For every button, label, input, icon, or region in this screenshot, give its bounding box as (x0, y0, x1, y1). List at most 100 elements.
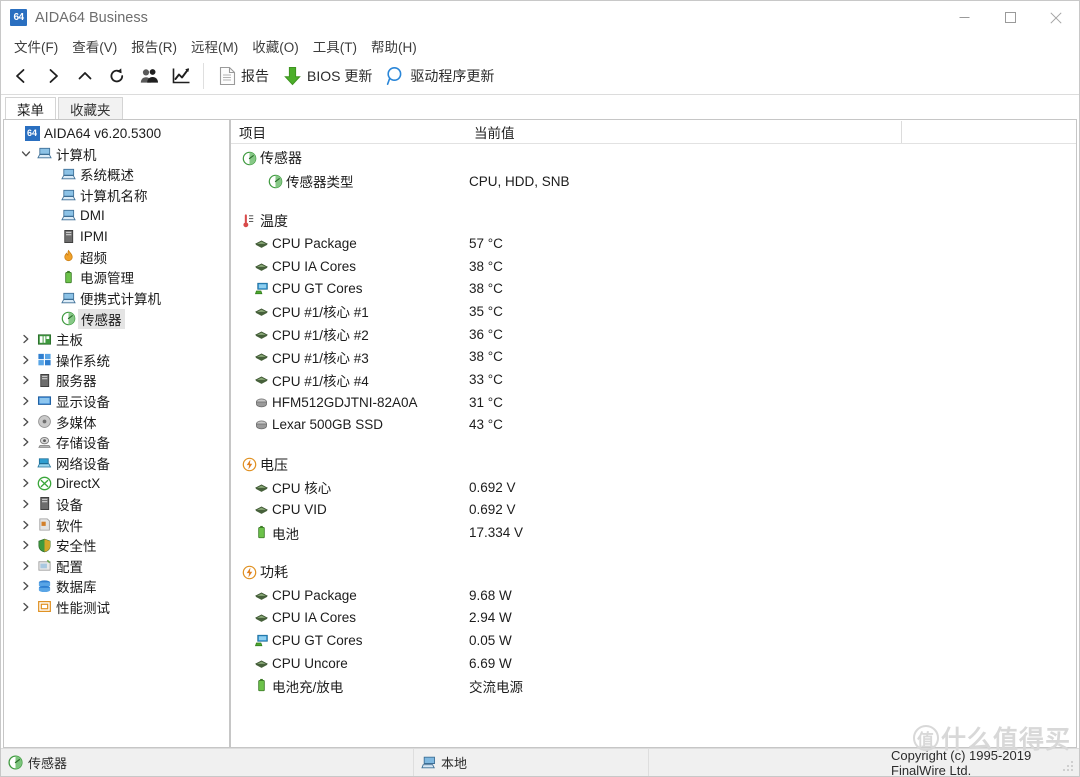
tree-toggle[interactable] (18, 149, 34, 159)
menu-view[interactable]: 查看(V) (65, 35, 124, 57)
tree-toggle[interactable] (18, 396, 34, 406)
table-row[interactable]: HFM512GDJTNI-82A0A 31 °C (231, 391, 1076, 414)
sidebar-item-19[interactable]: 软件 (4, 514, 229, 535)
table-row[interactable]: 电池 17.334 V (231, 521, 1076, 544)
table-row[interactable]: 传感器类型 CPU, HDD, SNB (231, 170, 1076, 193)
chevron-right-icon[interactable] (21, 520, 31, 530)
close-button[interactable] (1033, 1, 1079, 34)
table-row[interactable]: Lexar 500GB SSD 43 °C (231, 414, 1076, 437)
table-row[interactable]: CPU VID 0.692 V (231, 499, 1076, 522)
tree-toggle[interactable] (18, 458, 34, 468)
table-row[interactable]: CPU Uncore 6.69 W (231, 652, 1076, 675)
bios-update-button[interactable]: BIOS 更新 (278, 60, 381, 92)
sidebar-item-18[interactable]: 设备 (4, 494, 229, 515)
tree-toggle[interactable] (18, 437, 34, 447)
sidebar-item-20[interactable]: 安全性 (4, 535, 229, 556)
tab-favorites[interactable]: 收藏夹 (58, 97, 123, 119)
table-row[interactable]: CPU GT Cores 38 °C (231, 277, 1076, 300)
chevron-right-icon[interactable] (21, 417, 31, 427)
tab-menu[interactable]: 菜单 (5, 97, 56, 119)
tree-toggle[interactable] (18, 561, 34, 571)
table-row[interactable]: CPU #1/核心 #1 35 °C (231, 300, 1076, 323)
refresh-icon[interactable] (101, 60, 133, 92)
sidebar-item-22[interactable]: 数据库 (4, 576, 229, 597)
maximize-button[interactable] (987, 1, 1033, 34)
sidebar-item-9[interactable]: 传感器 (4, 308, 229, 329)
table-row[interactable]: CPU #1/核心 #3 38 °C (231, 346, 1076, 369)
menu-help[interactable]: 帮助(H) (364, 35, 424, 57)
table-row[interactable]: CPU 核心 0.692 V (231, 476, 1076, 499)
users-icon[interactable] (133, 60, 165, 92)
table-row[interactable]: CPU GT Cores 0.05 W (231, 629, 1076, 652)
table-row[interactable]: CPU IA Cores 2.94 W (231, 606, 1076, 629)
chevron-right-icon[interactable] (21, 396, 31, 406)
tree-toggle[interactable] (18, 602, 34, 612)
column-header-item[interactable]: 项目 (231, 122, 469, 142)
table-row[interactable]: CPU #1/核心 #4 33 °C (231, 368, 1076, 391)
sidebar-item-12[interactable]: 服务器 (4, 370, 229, 391)
tree-root-item[interactable]: 64 AIDA64 v6.20.5300 (4, 123, 229, 144)
forward-icon[interactable] (37, 60, 69, 92)
table-row[interactable]: CPU #1/核心 #2 36 °C (231, 323, 1076, 346)
chevron-right-icon[interactable] (21, 355, 31, 365)
report-button[interactable]: 报告 (214, 60, 278, 92)
column-header-value[interactable]: 当前值 (469, 122, 1076, 142)
sidebar-item-3[interactable]: 计算机名称 (4, 185, 229, 206)
chevron-right-icon[interactable] (21, 375, 31, 385)
chevron-right-icon[interactable] (21, 561, 31, 571)
tree-toggle[interactable] (18, 520, 34, 530)
table-row[interactable]: CPU Package 9.68 W (231, 584, 1076, 607)
sidebar-item-17[interactable]: DirectX (4, 473, 229, 494)
driver-update-button[interactable]: 驱动程序更新 (381, 60, 503, 92)
tree-toggle[interactable] (18, 581, 34, 591)
grid-group-row[interactable]: 功耗 (231, 561, 1076, 584)
sidebar-item-1[interactable]: 计算机 (4, 144, 229, 165)
table-row[interactable]: 电池充/放电 交流电源 (231, 674, 1076, 697)
sidebar-item-23[interactable]: 性能测试 (4, 597, 229, 618)
sidebar-item-16[interactable]: 网络设备 (4, 453, 229, 474)
menu-report[interactable]: 报告(R) (124, 35, 184, 57)
table-row[interactable]: CPU Package 57 °C (231, 232, 1076, 255)
chevron-right-icon[interactable] (21, 437, 31, 447)
resize-grip-icon[interactable] (1062, 760, 1075, 773)
grid-group-row[interactable]: 温度 (231, 209, 1076, 232)
tree-toggle[interactable] (18, 375, 34, 385)
tree-toggle[interactable] (18, 355, 34, 365)
column-divider[interactable] (901, 121, 902, 143)
sidebar-item-8[interactable]: 便携式计算机 (4, 288, 229, 309)
sidebar-item-4[interactable]: DMI (4, 205, 229, 226)
menu-file[interactable]: 文件(F) (7, 35, 65, 57)
tree-toggle[interactable] (18, 417, 34, 427)
table-row[interactable]: CPU IA Cores 38 °C (231, 255, 1076, 278)
tree-toggle[interactable] (18, 334, 34, 344)
tree-toggle[interactable] (18, 499, 34, 509)
chevron-right-icon[interactable] (21, 458, 31, 468)
sidebar-item-13[interactable]: 显示设备 (4, 391, 229, 412)
chevron-right-icon[interactable] (21, 499, 31, 509)
sidebar-item-7[interactable]: 电源管理 (4, 267, 229, 288)
sidebar-item-10[interactable]: 主板 (4, 329, 229, 350)
chevron-right-icon[interactable] (21, 602, 31, 612)
grid-group-row[interactable]: 电压 (231, 453, 1076, 476)
chevron-right-icon[interactable] (21, 334, 31, 344)
chevron-down-icon[interactable] (21, 149, 31, 159)
chart-icon[interactable] (165, 60, 197, 92)
chevron-right-icon[interactable] (21, 478, 31, 488)
chevron-right-icon[interactable] (21, 581, 31, 591)
menu-tools[interactable]: 工具(T) (306, 35, 364, 57)
sidebar-item-2[interactable]: 系统概述 (4, 164, 229, 185)
minimize-button[interactable] (941, 1, 987, 34)
back-icon[interactable] (5, 60, 37, 92)
sidebar-item-14[interactable]: 多媒体 (4, 411, 229, 432)
chevron-right-icon[interactable] (21, 540, 31, 550)
menu-favorites[interactable]: 收藏(O) (245, 35, 306, 57)
sidebar-item-6[interactable]: 超频 (4, 247, 229, 268)
sidebar-item-5[interactable]: IPMI (4, 226, 229, 247)
tree-toggle[interactable] (18, 478, 34, 488)
grid-group-row[interactable]: 传感器 (231, 147, 1076, 170)
sidebar-item-15[interactable]: 存储设备 (4, 432, 229, 453)
sidebar-item-11[interactable]: 操作系统 (4, 350, 229, 371)
sidebar-item-21[interactable]: 配置 (4, 555, 229, 576)
up-icon[interactable] (69, 60, 101, 92)
tree-toggle[interactable] (18, 540, 34, 550)
